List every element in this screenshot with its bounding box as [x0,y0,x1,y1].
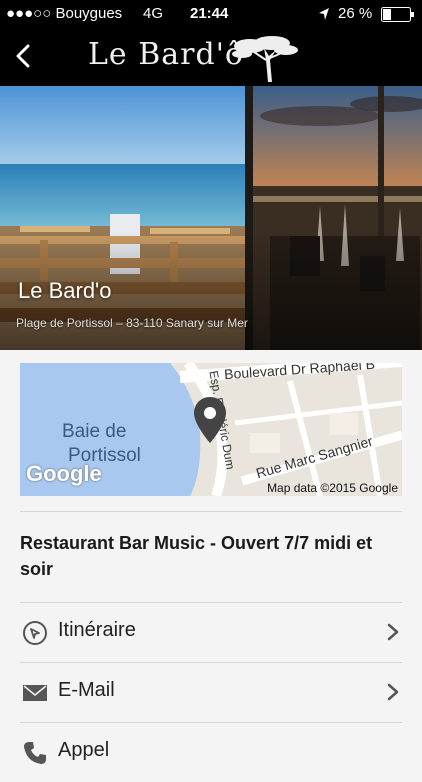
nav-bar: Le Bard'ô [0,28,422,86]
map-pin-icon[interactable] [192,395,228,445]
restaurant-description: Restaurant Bar Music - Ouvert 7/7 midi e… [20,533,373,579]
battery-icon [381,7,414,22]
map-view[interactable]: Baie de Portissol Boulevard Dr Raphaël B… [20,363,402,496]
map-attribution: Map data ©2015 Google [267,481,398,495]
hero-title: Le Bard'o [18,278,112,303]
itinerary-label: Itinéraire [58,619,136,641]
email-label: E-Mail [58,679,115,701]
phone-icon [24,742,46,764]
back-icon[interactable] [10,38,40,74]
hero-image: Le Bard'o Plage de Portissol – 83-110 Sa… [0,86,422,350]
pine-tree-icon [232,36,298,82]
network-label: 4G [143,5,164,22]
clock: 21:44 [190,5,229,22]
map-water-label: Baie de [62,421,127,442]
carrier-label: ●●●○○ Bouygues [6,5,123,22]
call-row[interactable]: Appel [20,722,402,782]
compass-icon [23,621,47,645]
chevron-right-icon [387,623,399,641]
email-row[interactable]: E-Mail [20,662,402,722]
status-bar: ●●●○○ Bouygues 4G 21:44 26 % [0,0,422,28]
divider [20,511,402,512]
itinerary-row[interactable]: Itinéraire [20,602,402,662]
hero-address: Plage de Portissol – 83-110 Sanary sur M… [16,316,248,330]
hero-photo [0,86,422,350]
envelope-icon [23,685,47,701]
brand-logo: Le Bard'ô [88,37,244,72]
call-label: Appel [58,739,110,761]
google-logo: Google [26,461,102,486]
chevron-right-icon [387,683,399,701]
battery-label: 26 % [338,5,373,22]
location-arrow-icon [319,8,329,20]
